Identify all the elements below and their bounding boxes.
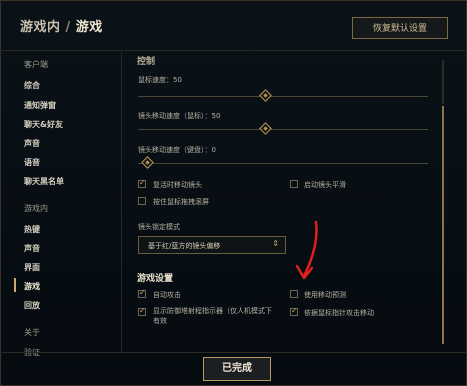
- sidebar-item-ingame-sound[interactable]: 声音: [24, 243, 40, 254]
- breadcrumb-current: 游戏: [75, 20, 103, 35]
- movement-prediction-checkbox[interactable]: [290, 290, 298, 298]
- footer-divider: [0, 352, 467, 353]
- done-button[interactable]: 已完成: [203, 357, 271, 381]
- scrollbar-track[interactable]: [442, 60, 444, 104]
- settings-content: 控制 鼠标速度：50 镜头移动速度（鼠标）：50 镜头移动速度（键盘）：0 复活…: [122, 52, 442, 352]
- attack-move-cursor-label: 依据鼠标指针攻击移动: [304, 309, 374, 317]
- sidebar-item-notifications[interactable]: 通知弹窗: [24, 100, 56, 111]
- tower-range-indicator-checkbox[interactable]: [138, 306, 146, 316]
- mouse-speed-slider-handle[interactable]: [259, 89, 272, 102]
- settings-header: 游戏内 / 游戏 恢复默认设置: [0, 0, 467, 51]
- game-settings-section-title: 游戏设置: [137, 274, 174, 284]
- attack-move-cursor-checkbox[interactable]: [290, 306, 298, 316]
- sidebar-item-replay[interactable]: 回放: [24, 300, 40, 311]
- movement-prediction-label: 使用移动预测: [304, 291, 346, 299]
- breadcrumb-parent[interactable]: 游戏内: [20, 20, 61, 35]
- sidebar-item-general[interactable]: 综合: [24, 80, 40, 91]
- mouse-speed-label: 鼠标速度：50: [138, 76, 182, 84]
- sidebar-group-client: 客户端: [24, 60, 48, 69]
- camera-lock-mode-label: 镜头锁定模式: [138, 223, 180, 231]
- scrollbar-thumb[interactable]: [442, 106, 444, 344]
- drag-scroll-checkbox[interactable]: [138, 197, 146, 205]
- sidebar-item-voice[interactable]: 语音: [24, 157, 40, 168]
- controls-section-title: 控制: [137, 57, 156, 67]
- tower-range-indicator-label-line1: 显示防御塔射程指示器（仅人机模式下: [153, 307, 272, 315]
- sidebar-item-interface[interactable]: 界面: [24, 262, 40, 273]
- camera-keyboard-speed-track[interactable]: [138, 163, 428, 164]
- sidebar-item-game[interactable]: 游戏: [24, 281, 40, 292]
- camera-mouse-speed-track[interactable]: [138, 129, 428, 130]
- respawn-camera-checkbox[interactable]: [138, 178, 146, 188]
- auto-attack-label: 自动攻击: [153, 291, 181, 299]
- settings-sidebar: 客户端 综合 通知弹窗 聊天&好友 声音 语音 聊天黑名单 游戏内 热键 声音 …: [0, 50, 120, 357]
- camera-lock-mode-value: 基于红/蓝方的镜头偏移: [148, 242, 221, 250]
- camera-lock-mode-dropdown[interactable]: 基于红/蓝方的镜头偏移 ⇕: [138, 236, 286, 254]
- breadcrumb: 游戏内 / 游戏: [20, 16, 103, 35]
- drag-scroll-label: 按住鼠标拖拽滚屏: [153, 198, 209, 206]
- camera-keyboard-speed-label: 镜头移动速度（键盘）：0: [138, 146, 216, 154]
- tower-range-indicator-label-line2: 有效: [153, 317, 167, 325]
- camera-keyboard-speed-slider-handle[interactable]: [141, 156, 154, 169]
- camera-mouse-speed-slider-handle[interactable]: [259, 122, 272, 135]
- sidebar-item-client-sound[interactable]: 声音: [24, 138, 40, 149]
- restore-defaults-button[interactable]: 恢复默认设置: [352, 17, 448, 39]
- smooth-camera-label: 启动镜头平滑: [304, 181, 346, 189]
- smooth-camera-checkbox[interactable]: [290, 180, 298, 188]
- sidebar-item-about[interactable]: 关于: [24, 327, 40, 338]
- respawn-camera-label: 复活时移动镜头: [153, 181, 202, 189]
- sidebar-active-marker: [14, 278, 16, 292]
- auto-attack-checkbox[interactable]: [138, 288, 146, 298]
- breadcrumb-separator: /: [65, 20, 71, 35]
- sidebar-item-chat-blocklist[interactable]: 聊天黑名单: [24, 176, 64, 187]
- sidebar-item-hotkeys[interactable]: 热键: [24, 224, 40, 235]
- sidebar-group-ingame: 游戏内: [24, 204, 48, 213]
- sidebar-item-chat-friends[interactable]: 聊天&好友: [24, 119, 63, 130]
- camera-mouse-speed-label: 镜头移动速度（鼠标）：50: [138, 112, 221, 120]
- mouse-speed-track[interactable]: [138, 96, 428, 97]
- chevron-updown-icon: ⇕: [272, 239, 279, 248]
